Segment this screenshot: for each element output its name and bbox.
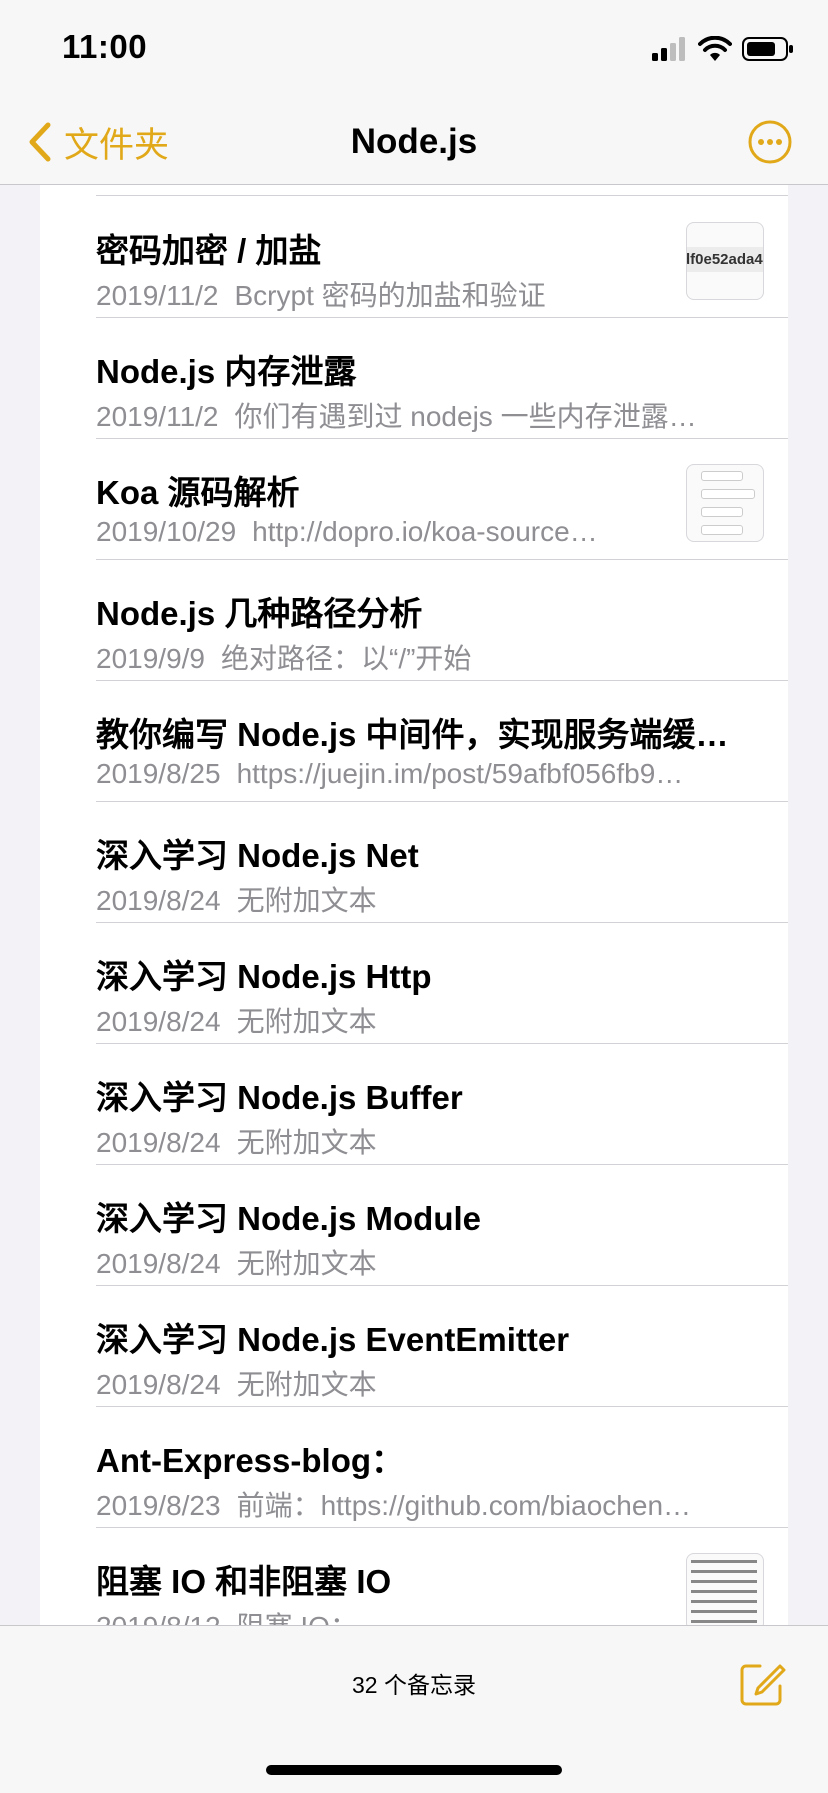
note-subtitle: 2019/8/12 阻塞 IO： bbox=[96, 1605, 686, 1625]
wifi-icon bbox=[698, 36, 732, 61]
note-preview: 你们有遇到过 nodejs 一些内存泄露… bbox=[234, 401, 697, 432]
note-subtitle: 2019/9/9 绝对路径：以“/”开始 bbox=[96, 637, 776, 677]
notes-list[interactable]: 密码加密 / 加盐 2019/11/2 Bcrypt 密码的加盐和验证 df0e5… bbox=[40, 185, 788, 1625]
note-subtitle: 2019/10/29 http://dopro.io/koa-source… bbox=[96, 516, 686, 548]
note-subtitle: 2019/8/24 无附加文本 bbox=[96, 1363, 776, 1403]
cellular-signal-icon bbox=[652, 37, 685, 61]
note-thumbnail bbox=[686, 1553, 764, 1625]
note-title: Koa 源码解析 bbox=[96, 474, 300, 511]
note-preview: 绝对路径：以“/”开始 bbox=[221, 643, 472, 674]
status-bar: 11:00 bbox=[0, 0, 828, 100]
note-item[interactable]: Koa 源码解析 2019/10/29 http://dopro.io/koa-s… bbox=[96, 438, 788, 560]
note-item[interactable]: 密码加密 / 加盐 2019/11/2 Bcrypt 密码的加盐和验证 df0e5… bbox=[96, 196, 788, 318]
note-preview: 阻塞 IO： bbox=[237, 1611, 358, 1625]
note-title: 深入学习 Node.js Net bbox=[96, 837, 419, 874]
note-title: 阻塞 IO 和非阻塞 IO bbox=[96, 1563, 392, 1600]
note-title: 深入学习 Node.js Module bbox=[96, 1200, 482, 1237]
note-subtitle: 2019/8/24 无附加文本 bbox=[96, 1000, 776, 1040]
note-item[interactable]: 教你编写 Node.js 中间件，实现服务端缓… 2019/8/25 https:… bbox=[96, 680, 788, 802]
note-preview: 前端：https://github.com/biaochen… bbox=[236, 1490, 692, 1521]
note-preview: 无附加文本 bbox=[236, 885, 377, 916]
note-date: 2019/8/24 bbox=[96, 1369, 221, 1400]
note-date: 2019/10/29 bbox=[96, 516, 237, 547]
note-item[interactable]: 阻塞 IO 和非阻塞 IO 2019/8/12 阻塞 IO： bbox=[96, 1527, 788, 1625]
note-count: 32 个备忘录 bbox=[352, 1672, 476, 1698]
page-title: Node.js bbox=[350, 122, 478, 161]
ellipsis-circle-icon[interactable] bbox=[746, 118, 794, 166]
thumbnail-text: df0e52ada43 bbox=[687, 247, 763, 272]
note-thumbnail bbox=[686, 464, 764, 542]
note-date: 2019/11/2 bbox=[96, 401, 219, 432]
note-thumbnail: df0e52ada43 bbox=[686, 222, 764, 300]
note-subtitle: 2019/8/25 https://juejin.im/post/59afbf05… bbox=[96, 758, 776, 790]
note-preview: https://juejin.im/post/59afbf056fb9… bbox=[236, 758, 684, 789]
note-subtitle: 2019/8/24 无附加文本 bbox=[96, 1121, 776, 1161]
note-title: 深入学习 Node.js Buffer bbox=[96, 1079, 463, 1116]
note-preview: 无附加文本 bbox=[236, 1127, 377, 1158]
note-title: Node.js 几种路径分析 bbox=[96, 595, 423, 632]
note-item[interactable]: Ant-Express-blog： 2019/8/23 前端：https://gi… bbox=[96, 1406, 788, 1528]
note-date: 2019/11/2 bbox=[96, 280, 219, 311]
nav-bar: 文件夹 Node.js bbox=[0, 100, 828, 185]
note-preview: Bcrypt 密码的加盐和验证 bbox=[234, 280, 546, 311]
note-date: 2019/8/12 bbox=[96, 1611, 221, 1625]
note-item[interactable]: 深入学习 Node.js Http 2019/8/24 无附加文本 bbox=[96, 922, 788, 1044]
note-subtitle: 2019/8/23 前端：https://github.com/biaochen… bbox=[96, 1484, 776, 1524]
note-item[interactable]: 深入学习 Node.js Module 2019/8/24 无附加文本 bbox=[96, 1164, 788, 1286]
note-date: 2019/8/25 bbox=[96, 758, 221, 789]
note-preview: 无附加文本 bbox=[236, 1006, 377, 1037]
home-indicator[interactable] bbox=[266, 1765, 562, 1775]
note-item[interactable]: Node.js 几种路径分析 2019/9/9 绝对路径：以“/”开始 bbox=[96, 559, 788, 681]
note-title: 密码加密 / 加盐 bbox=[96, 232, 322, 269]
note-preview: 无附加文本 bbox=[236, 1248, 377, 1279]
note-item[interactable]: 深入学习 Node.js Buffer 2019/8/24 无附加文本 bbox=[96, 1043, 788, 1165]
note-item[interactable]: 深入学习 Node.js Net 2019/8/24 无附加文本 bbox=[96, 801, 788, 923]
status-icons bbox=[652, 34, 794, 64]
note-item[interactable]: Node.js 内存泄露 2019/11/2 你们有遇到过 nodejs 一些内存… bbox=[96, 317, 788, 439]
note-title: 深入学习 Node.js EventEmitter bbox=[96, 1321, 570, 1358]
note-preview: http://dopro.io/koa-source… bbox=[252, 516, 598, 547]
note-subtitle: 2019/8/24 无附加文本 bbox=[96, 1242, 776, 1282]
note-subtitle: 2019/8/24 无附加文本 bbox=[96, 879, 776, 919]
status-time: 11:00 bbox=[62, 28, 148, 65]
battery-icon bbox=[742, 37, 793, 61]
note-title: Ant-Express-blog： bbox=[96, 1442, 405, 1479]
note-date: 2019/9/9 bbox=[96, 643, 205, 674]
note-date: 2019/8/24 bbox=[96, 1127, 221, 1158]
note-title: Node.js 内存泄露 bbox=[96, 353, 357, 390]
note-date: 2019/8/24 bbox=[96, 1006, 221, 1037]
compose-icon[interactable] bbox=[738, 1658, 788, 1708]
note-subtitle: 2019/11/2 Bcrypt 密码的加盐和验证 bbox=[96, 274, 686, 314]
note-date: 2019/8/23 bbox=[96, 1490, 221, 1521]
note-date: 2019/8/24 bbox=[96, 1248, 221, 1279]
note-item[interactable]: 深入学习 Node.js EventEmitter 2019/8/24 无附加文本 bbox=[96, 1285, 788, 1407]
note-title: 教你编写 Node.js 中间件，实现服务端缓… bbox=[96, 716, 729, 753]
note-title: 深入学习 Node.js Http bbox=[96, 958, 432, 995]
note-subtitle: 2019/11/2 你们有遇到过 nodejs 一些内存泄露… bbox=[96, 395, 776, 435]
note-date: 2019/8/24 bbox=[96, 885, 221, 916]
note-preview: 无附加文本 bbox=[236, 1369, 377, 1400]
